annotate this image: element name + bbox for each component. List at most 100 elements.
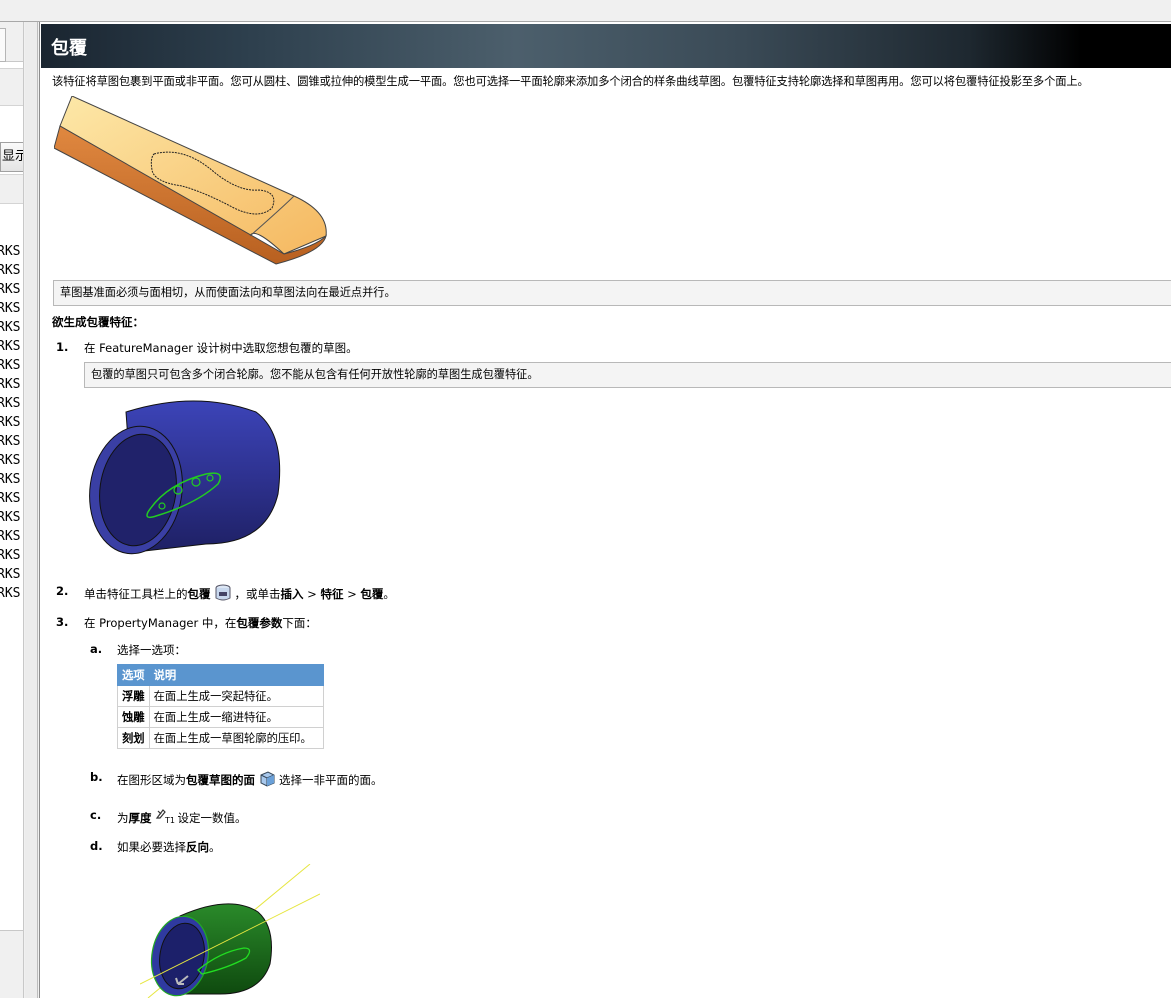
topic-list-item[interactable]: RKS <box>0 242 23 261</box>
options-table-header: 选项 说明 <box>117 664 324 686</box>
left-pane-search-row[interactable] <box>0 68 23 106</box>
topic-list-item[interactable]: RKS <box>0 318 23 337</box>
left-pane-bottom-bar <box>0 930 23 998</box>
topic-list-item[interactable]: RKS <box>0 565 23 584</box>
substep-b-text: 在图形区域为包覆草图的面 选择一非平面的面。 <box>117 770 383 791</box>
wrap-feature-icon[interactable] <box>214 584 232 605</box>
step-3: 3. 在 PropertyManager 中，在包覆参数下面： <box>56 615 656 633</box>
wrap-block-image <box>54 96 327 265</box>
blue-cylinder-image <box>89 400 281 555</box>
insert-menu-bold: 插入 <box>280 587 304 601</box>
wrap-sketch-face-bold: 包覆草图的面 <box>186 773 255 787</box>
description-cell: 在面上生成一缩进特征。 <box>148 706 324 728</box>
left-navigation-pane: 显示 RKSRKSRKSRKSRKSRKSRKSRKSRKSRKSRKSRKSR… <box>0 22 24 998</box>
step-1: 1. 在 FeatureManager 设计树中选取您想包覆的草图。 <box>56 340 656 358</box>
option-cell: 刻划 <box>117 727 150 749</box>
substep-c-text-2: 设定一数值。 <box>177 811 247 825</box>
topic-list-item[interactable]: RKS <box>0 337 23 356</box>
step-3-text-2: 下面： <box>282 616 317 630</box>
wrap-menu-bold: 包覆 <box>360 587 384 601</box>
step-3-text: 在 PropertyManager 中，在包覆参数下面： <box>84 615 317 631</box>
left-pane-tabbar <box>0 22 23 62</box>
wrap-bold: 包覆 <box>187 587 211 601</box>
block-top-face <box>59 96 327 255</box>
option-cell: 浮雕 <box>117 685 150 707</box>
thickness-bold: 厚度 <box>128 811 152 825</box>
topic-list-item[interactable]: RKS <box>0 280 23 299</box>
help-window: 显示 RKSRKSRKSRKSRKSRKSRKSRKSRKSRKSRKSRKSR… <box>0 0 1171 998</box>
topic-list-item[interactable]: RKS <box>0 432 23 451</box>
header-description: 说明 <box>148 664 324 686</box>
reverse-direction-bold: 反向 <box>186 840 209 854</box>
header-option: 选项 <box>117 664 150 686</box>
step-1-text: 在 FeatureManager 设计树中选取您想包覆的草图。 <box>84 341 358 355</box>
face-select-icon[interactable] <box>258 770 276 791</box>
step-2-end: 。 <box>383 587 395 601</box>
substep-b-text-1: 在图形区域为 <box>117 773 186 787</box>
substep-d-text: 如果必要选择反向。 <box>117 839 221 855</box>
step-2-sep-1: > <box>303 587 321 601</box>
topic-list-item[interactable]: RKS <box>0 299 23 318</box>
substep-b: b. 在图形区域为包覆草图的面 选择一非平面的面。 <box>90 770 590 792</box>
step-3-text-1: 在 PropertyManager 中，在 <box>84 616 237 630</box>
description-cell: 在面上生成一突起特征。 <box>148 685 324 707</box>
substep-b-text-2: 选择一非平面的面。 <box>279 773 383 787</box>
substep-c: c. 为厚度 T1 设定一数值。 <box>90 808 390 830</box>
window-top-bar <box>0 0 1171 22</box>
table-row: 浮雕 在面上生成一突起特征。 <box>117 685 324 707</box>
substep-a-text: 选择一选项： <box>117 643 186 657</box>
topic-list-item[interactable]: RKS <box>0 375 23 394</box>
step-2-sep-2: > <box>343 587 361 601</box>
thickness-icon[interactable]: T1 <box>155 808 175 829</box>
substep-d-letter: d. <box>90 839 103 853</box>
pane-splitter[interactable] <box>25 22 38 998</box>
substep-c-text-1: 为 <box>117 811 129 825</box>
options-table: 选项 说明 浮雕 在面上生成一突起特征。 蚀雕 在面上生成一缩进特征。 刻划 在… <box>117 664 324 749</box>
description-cell: 在面上生成一草图轮廓的压印。 <box>148 727 324 749</box>
topic-list-item[interactable]: RKS <box>0 527 23 546</box>
step-2: 2. 单击特征工具栏上的包覆 ，或单击插入 > 特征 > 包覆。 <box>56 584 756 606</box>
substep-b-letter: b. <box>90 770 103 784</box>
step-1-number: 1. <box>56 340 69 354</box>
left-pane-tab[interactable] <box>0 28 6 62</box>
wrap-params-bold: 包覆参数 <box>236 616 283 630</box>
topic-list-item[interactable]: RKS <box>0 261 23 280</box>
svg-text:T1: T1 <box>164 816 175 825</box>
intro-paragraph: 该特征将草图包裹到平面或非平面。您可从圆柱、圆锥或拉伸的模型生成一平面。您也可选… <box>52 75 1089 88</box>
display-button[interactable]: 显示 <box>0 142 23 172</box>
step-2-text-2: ，或单击 <box>234 587 281 601</box>
topic-list-item[interactable]: RKS <box>0 394 23 413</box>
topic-list: RKSRKSRKSRKSRKSRKSRKSRKSRKSRKSRKSRKSRKSR… <box>0 242 23 603</box>
step-2-number: 2. <box>56 584 69 598</box>
topic-list-item[interactable]: RKS <box>0 356 23 375</box>
step-2-text-1: 单击特征工具栏上的 <box>84 587 188 601</box>
green-cylinder-image <box>140 864 320 998</box>
substep-d: d. 如果必要选择反向。 <box>90 839 390 857</box>
procedure-heading: 欲生成包覆特征： <box>52 315 144 329</box>
page-title: 包覆 <box>51 38 87 59</box>
substep-d-text-1: 如果必要选择 <box>117 840 186 854</box>
left-pane-toolbar-row <box>0 174 23 204</box>
topic-list-item[interactable]: RKS <box>0 413 23 432</box>
features-menu-bold: 特征 <box>320 587 344 601</box>
topic-banner: 包覆 <box>41 24 1171 68</box>
topic-list-item[interactable]: RKS <box>0 451 23 470</box>
substep-a-letter: a. <box>90 642 103 656</box>
topic-list-item[interactable]: RKS <box>0 470 23 489</box>
table-row: 蚀雕 在面上生成一缩进特征。 <box>117 706 324 728</box>
option-cell: 蚀雕 <box>117 706 150 728</box>
table-row: 刻划 在面上生成一草图轮廓的压印。 <box>117 727 324 749</box>
topic-list-item[interactable]: RKS <box>0 489 23 508</box>
topic-list-item[interactable]: RKS <box>0 508 23 527</box>
step-3-number: 3. <box>56 615 69 629</box>
step-2-text: 单击特征工具栏上的包覆 ，或单击插入 > 特征 > 包覆。 <box>84 584 395 605</box>
substep-c-text: 为厚度 T1 设定一数值。 <box>117 808 247 829</box>
substep-d-end: 。 <box>209 840 221 854</box>
topic-list-item[interactable]: RKS <box>0 584 23 603</box>
substep-a: a. 选择一选项： <box>90 642 390 660</box>
substep-c-letter: c. <box>90 808 102 822</box>
topic-list-item[interactable]: RKS <box>0 546 23 565</box>
note-sketch-plane: 草图基准面必须与面相切，从而使面法向和草图法向在最近点并行。 <box>53 280 1171 306</box>
note-closed-contours: 包覆的草图只可包含多个闭合轮廓。您不能从包含有任何开放性轮廓的草图生成包覆特征。 <box>84 362 1171 388</box>
help-content: 包覆 该特征将草图包裹到平面或非平面。您可从圆柱、圆锥或拉伸的模型生成一平面。您… <box>39 22 1171 998</box>
